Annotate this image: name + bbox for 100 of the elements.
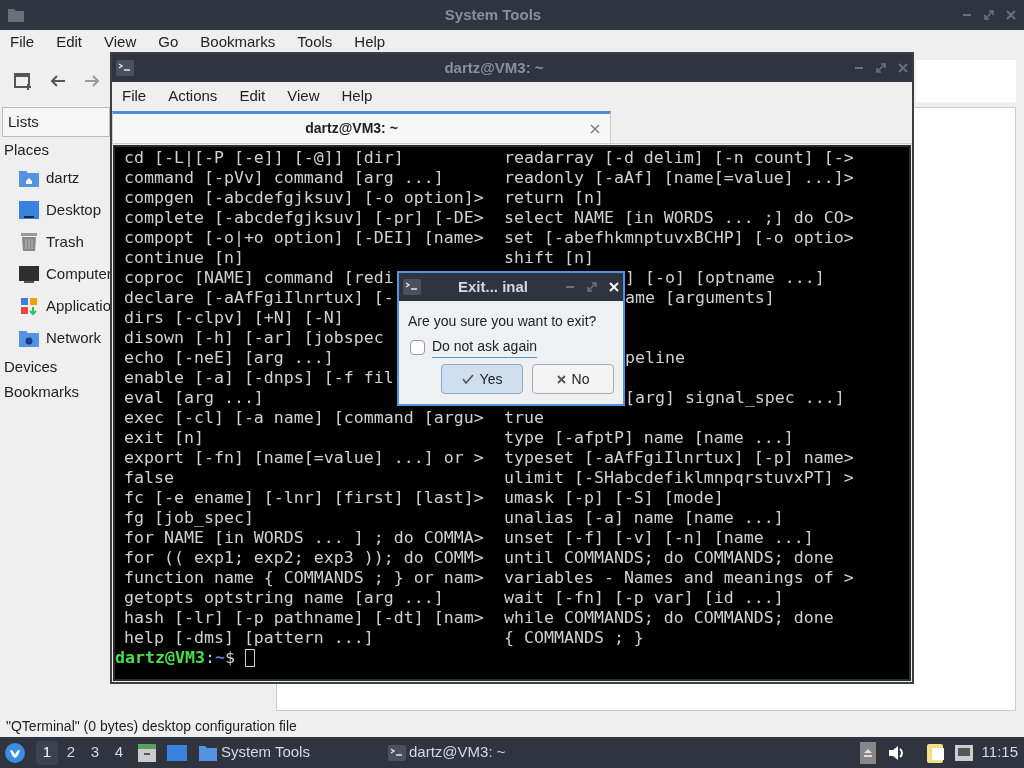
terminal-text: return [n] [504,188,604,208]
terminal-text: variables - Names and meanings of > [504,568,854,588]
terminal-text: declare [-aAfFgiIlnrtux] [- [124,288,394,308]
view-selector[interactable]: Lists [2,107,110,137]
terminal-text: command [-pVv] command [arg ...] [124,168,444,188]
terminal-text: unalias [-a] name [name ...] [504,508,784,528]
terminal-text: true [504,408,544,428]
terminal-text: getopts optstring name [arg ...] [124,588,444,608]
terminal-text: fg [job_spec] [124,508,254,528]
terminal-text: { COMMANDS ; } [504,628,644,648]
forward-icon[interactable] [84,74,100,88]
terminal-text: for (( exp1; exp2; exp3 )); do COMM> [124,548,484,568]
clock[interactable]: 11:15 [981,741,1018,764]
trash-icon [18,232,40,252]
terminal-text: for NAME [in WORDS ... ] ; do COMMA> [124,528,484,548]
maximize-icon[interactable] [984,10,994,20]
terminal-icon [403,279,421,295]
applications-icon [18,296,40,316]
taskbar-button[interactable]: dartz@VM3: ~ [388,738,568,767]
maximize-icon[interactable] [876,63,886,73]
sidebar-item[interactable]: dartz [18,162,80,194]
menu-item[interactable]: Go [158,31,179,54]
volume-icon[interactable] [887,744,906,761]
menu-item[interactable]: Bookmarks [200,31,276,54]
workspace-button[interactable]: 2 [60,740,82,765]
terminal-text: [arg] signal_spec ...] [625,388,845,408]
terminal-icon [388,744,406,761]
terminal-tab[interactable]: dartz@VM3: ~ [112,111,611,143]
back-icon[interactable] [50,74,66,88]
terminal-text: exec [-cl] [-a name] [command [argu> [124,408,484,428]
terminal-text: complete [-abcdefgjksuv] [-pr] [-DE> [124,208,484,228]
menu-item[interactable]: Actions [168,84,218,108]
eject-icon[interactable] [859,741,876,764]
window-icon[interactable] [166,742,188,763]
taskbar-button[interactable]: System Tools [198,738,388,767]
terminal-text: dirs [-clpv] [+N] [-N] [124,308,344,328]
sidebar-heading: Places [4,140,50,161]
terminal-text: umask [-p] [-S] [mode] [504,488,724,508]
prompt-user: dartz@VM3 [115,648,205,668]
menu-item[interactable]: Tools [297,31,333,54]
terminal-icon [116,60,134,76]
terminal-text: readonly [-aAf] [name[=value] ...]> [504,168,854,188]
terminal-text: cd [-L|[-P [-e]] [-@]] [dir] [124,148,404,168]
menu-item[interactable]: File [10,31,35,54]
terminal-text: until COMMANDS; do COMMANDS; done [504,548,834,568]
folder-icon [8,8,24,22]
workspace-button[interactable]: 1 [36,740,58,765]
home-folder-icon [18,168,40,188]
desktop-icon [18,200,40,220]
terminal-text: ] [-o] [optname ...] [625,268,825,288]
file-cabinet-icon[interactable] [136,741,158,764]
terminal-text: ame [arguments] [625,288,775,308]
terminal-text: export [-fn] [name[=value] ...] or > [124,448,484,468]
terminal-text: echo [-neE] [arg ...] [124,348,334,368]
terminal-text: continue [n] [124,248,244,268]
network-icon[interactable] [953,743,974,762]
cross-icon [556,374,566,384]
prompt-path: ~ [214,648,225,668]
terminal-text: hash [-lr] [-p pathname] [-dt] [nam> [124,608,484,628]
menu-item[interactable]: View [287,84,320,108]
sidebar-item[interactable]: Network [18,322,101,354]
terminal-text: type [-afptP] name [name ...] [504,428,794,448]
terminal-text: wait [-fn] [-p var] [id ...] [504,588,784,608]
terminal-text: false [124,468,174,488]
terminal-text: set [-abefhkmnptuvxBCHP] [-o optio> [504,228,854,248]
terminal-text: select NAME [in WORDS ... ;] do CO> [504,208,854,228]
cursor [244,649,255,667]
prompt-symbol: $ [224,648,235,668]
workspace-button[interactable]: 3 [84,740,106,765]
menu-item[interactable]: Edit [239,84,266,108]
menu-item[interactable]: Edit [56,31,83,54]
window-title: System Tools [443,4,543,25]
dialog-message: Are you sure you want to exit? [408,312,598,331]
menu-item[interactable]: Help [354,31,386,54]
terminal-text: function name { COMMANDS ; } or nam> [124,568,484,588]
workspace-button[interactable]: 4 [108,740,130,765]
terminal-text: disown [-h] [-ar] [jobspec [124,328,384,348]
folder-icon [198,743,218,762]
prompt-separator: : [204,648,215,668]
terminal-text: ulimit [-SHabcdefiklmnpqrstuvxPT] > [504,468,854,488]
sidebar-item[interactable]: Desktop [18,194,102,226]
start-menu-icon[interactable] [4,741,26,764]
status-text: "QTerminal" (0 bytes) desktop configuration file [5,716,298,736]
do-not-ask-checkbox[interactable]: Do not ask again [410,336,623,358]
terminal-text: shift [n] [504,248,594,268]
terminal-text: unset [-f] [-v] [-n] [name ...] [504,528,814,548]
menu-item[interactable]: View [104,31,137,54]
clipboard-icon[interactable] [925,741,946,764]
terminal-text: compgen [-abcdefgjksuv] [-o option]> [124,188,484,208]
maximize-icon[interactable] [587,282,597,292]
dialog-button[interactable]: No [532,364,614,394]
menu-item[interactable]: File [122,84,147,108]
sidebar-item[interactable]: Trash [18,226,84,258]
terminal-text: typeset [-aAfFgiIlnrtux] [-p] name> [504,448,854,468]
sidebar-item[interactable]: Applicatio [18,290,112,322]
sidebar-item[interactable]: Computer [18,258,112,290]
new-window-icon[interactable] [14,72,32,90]
terminal-text: coproc [NAME] command [redi [124,268,394,288]
dialog-button[interactable]: Yes [441,364,523,394]
menu-item[interactable]: Help [341,84,373,108]
